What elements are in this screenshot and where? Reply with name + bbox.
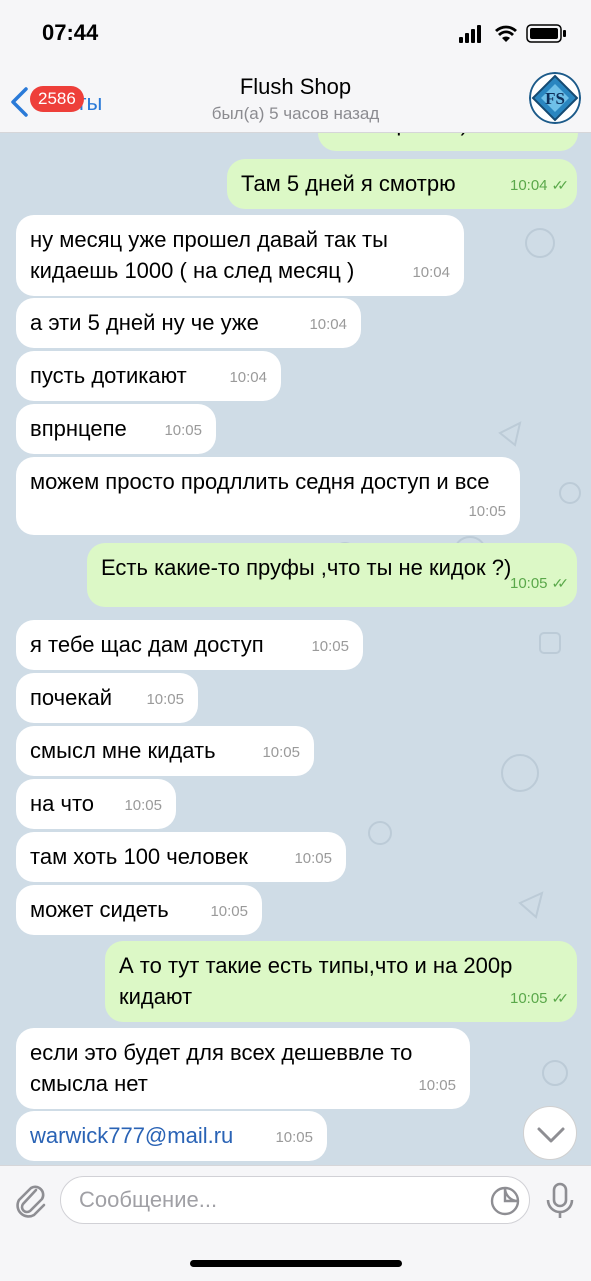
message-time: 10:05: [164, 415, 202, 446]
message-time-text: 10:05: [124, 797, 162, 814]
incoming-message[interactable]: смысл мне кидать 10:05: [16, 726, 314, 776]
read-checkmarks-icon: ✓✓: [553, 133, 571, 135]
message-text: можем просто продллить седня доступ и вс…: [30, 469, 490, 494]
incoming-message[interactable]: может сидеть 10:05: [16, 885, 262, 935]
scroll-down-button[interactable]: [523, 1106, 577, 1160]
sticker-icon[interactable]: [489, 1185, 521, 1217]
message-time-text: 10:05: [311, 638, 349, 655]
message-time-text: 10:04: [412, 264, 450, 281]
message-list[interactable]: Я не против )10:04✓✓Там 5 дней я смотрю1…: [0, 133, 591, 1165]
message-placeholder: Сообщение...: [79, 1187, 218, 1212]
battery-icon: [526, 24, 566, 43]
message-time-text: 10:05: [275, 1129, 313, 1146]
read-checkmarks-icon: ✓✓: [551, 990, 570, 1006]
message-time-text: 10:05: [262, 744, 300, 761]
message-time-text: 10:04: [511, 133, 549, 136]
message-time: 10:05: [418, 1070, 456, 1101]
message-text: смысл мне кидать: [30, 738, 216, 763]
incoming-message[interactable]: пусть дотикают 10:04: [16, 351, 281, 401]
incoming-message[interactable]: на что 10:05: [16, 779, 176, 829]
message-time-text: 10:04: [309, 316, 347, 333]
chat-title[interactable]: Flush Shop: [0, 74, 591, 100]
scroll-down-icon: [537, 1127, 565, 1143]
incoming-message[interactable]: ну месяц уже прошел давай так ты кидаешь…: [16, 215, 464, 296]
message-text: пусть дотикают: [30, 363, 187, 388]
message-time-text: 10:04: [229, 369, 267, 386]
message-time: 10:04✓✓: [509, 170, 570, 201]
incoming-message[interactable]: если это будет для всех дешеввле то смыс…: [16, 1028, 470, 1109]
message-time: 10:04 ✓✓: [511, 133, 571, 143]
incoming-message[interactable]: впрнцепе 10:05: [16, 404, 216, 454]
message-time: 10:05: [311, 631, 349, 662]
message-text: ну месяц уже прошел давай так ты кидаешь…: [30, 227, 388, 283]
outgoing-message[interactable]: Я не против ) 10:04 ✓✓: [318, 133, 578, 151]
svg-text:FS: FS: [545, 89, 565, 108]
message-input[interactable]: Сообщение...: [60, 1176, 530, 1224]
read-checkmarks-icon: ✓✓: [551, 575, 570, 591]
message-text: Там 5 дней я смотрю: [241, 171, 456, 196]
microphone-icon[interactable]: [545, 1182, 575, 1220]
message-time: 10:05: [262, 737, 300, 768]
email-link[interactable]: warwick777@mail.ru: [30, 1123, 233, 1148]
chat-header: Чаты 2586 Flush Shop был(а) 5 часов наза…: [0, 64, 591, 133]
paperclip-icon[interactable]: [12, 1180, 48, 1220]
incoming-message[interactable]: я тебе щас дам доступ 10:05: [16, 620, 363, 670]
message-text: А то тут такие есть типы,что и на 200р к…: [119, 953, 513, 1009]
incoming-message[interactable]: warwick777@mail.ru 10:05: [16, 1111, 327, 1161]
message-time: 10:05 ✓✓: [509, 568, 570, 599]
status-time: 07:44: [42, 20, 99, 45]
message-time: 10:04: [309, 309, 347, 340]
message-text: если это будет для всех дешеввле то смыс…: [30, 1040, 413, 1096]
message-time: 10:05: [210, 896, 248, 927]
signal-icon: [459, 25, 481, 43]
message-time-text: 10:05: [164, 422, 202, 439]
incoming-message[interactable]: а эти 5 дней ну че уже 10:04: [16, 298, 361, 348]
message-text: на что: [30, 791, 95, 816]
outgoing-message[interactable]: А то тут такие есть типы,что и на 200р к…: [105, 941, 577, 1022]
message-time-text: 10:05: [146, 691, 184, 708]
message-time-text: 10:05: [509, 575, 548, 592]
message-time: 10:05: [468, 496, 506, 527]
fs-logo-icon: FS: [529, 72, 581, 124]
message-time-text: 10:04: [509, 177, 548, 194]
message-time: 10:05 ✓✓: [509, 983, 570, 1014]
message-time-text: 10:05: [468, 503, 506, 520]
outgoing-message[interactable]: Там 5 дней я смотрю 10:04 ✓✓: [227, 159, 577, 209]
message-text: а эти 5 дней ну че уже: [30, 310, 259, 335]
status-icons: [459, 24, 569, 49]
home-indicator: [190, 1260, 402, 1267]
wifi-icon: [495, 25, 517, 42]
message-text: может сидеть: [30, 897, 169, 922]
message-time-text: 10:05: [509, 990, 548, 1007]
last-seen-status: был(а) 5 часов назад: [211, 104, 380, 123]
message-time-text: 10:05: [418, 1077, 456, 1094]
message-text: Есть какие-то пруфы ,что ты не кидок ?): [101, 555, 512, 580]
message-text: почекай: [30, 685, 112, 710]
message-text: впрнцепе: [30, 416, 127, 441]
message-time: 10:05: [124, 790, 162, 821]
read-checkmarks-icon: ✓✓: [551, 177, 570, 193]
message-text: я тебе щас дам доступ: [30, 632, 264, 657]
outgoing-message[interactable]: Есть какие-то пруфы ,что ты не кидок ?) 1…: [87, 543, 577, 607]
message-time: 10:05: [146, 684, 184, 715]
message-time-text: 10:05: [210, 903, 248, 920]
message-time: 10:04: [229, 362, 267, 393]
message-time: 10:05: [294, 843, 332, 874]
message-text: там хоть 100 человек: [30, 844, 248, 869]
avatar[interactable]: FS: [529, 72, 581, 124]
incoming-message[interactable]: почекай 10:05: [16, 673, 198, 723]
incoming-message[interactable]: можем просто продллить седня доступ и вс…: [16, 457, 520, 535]
message-text: Я не против ): [332, 133, 468, 136]
message-time: 10:04: [412, 257, 450, 288]
incoming-message[interactable]: там хоть 100 человек 10:05: [16, 832, 346, 882]
message-time-text: 10:05: [294, 850, 332, 867]
status-bar: 07:44: [0, 0, 591, 64]
message-time: 10:05: [275, 1122, 313, 1153]
